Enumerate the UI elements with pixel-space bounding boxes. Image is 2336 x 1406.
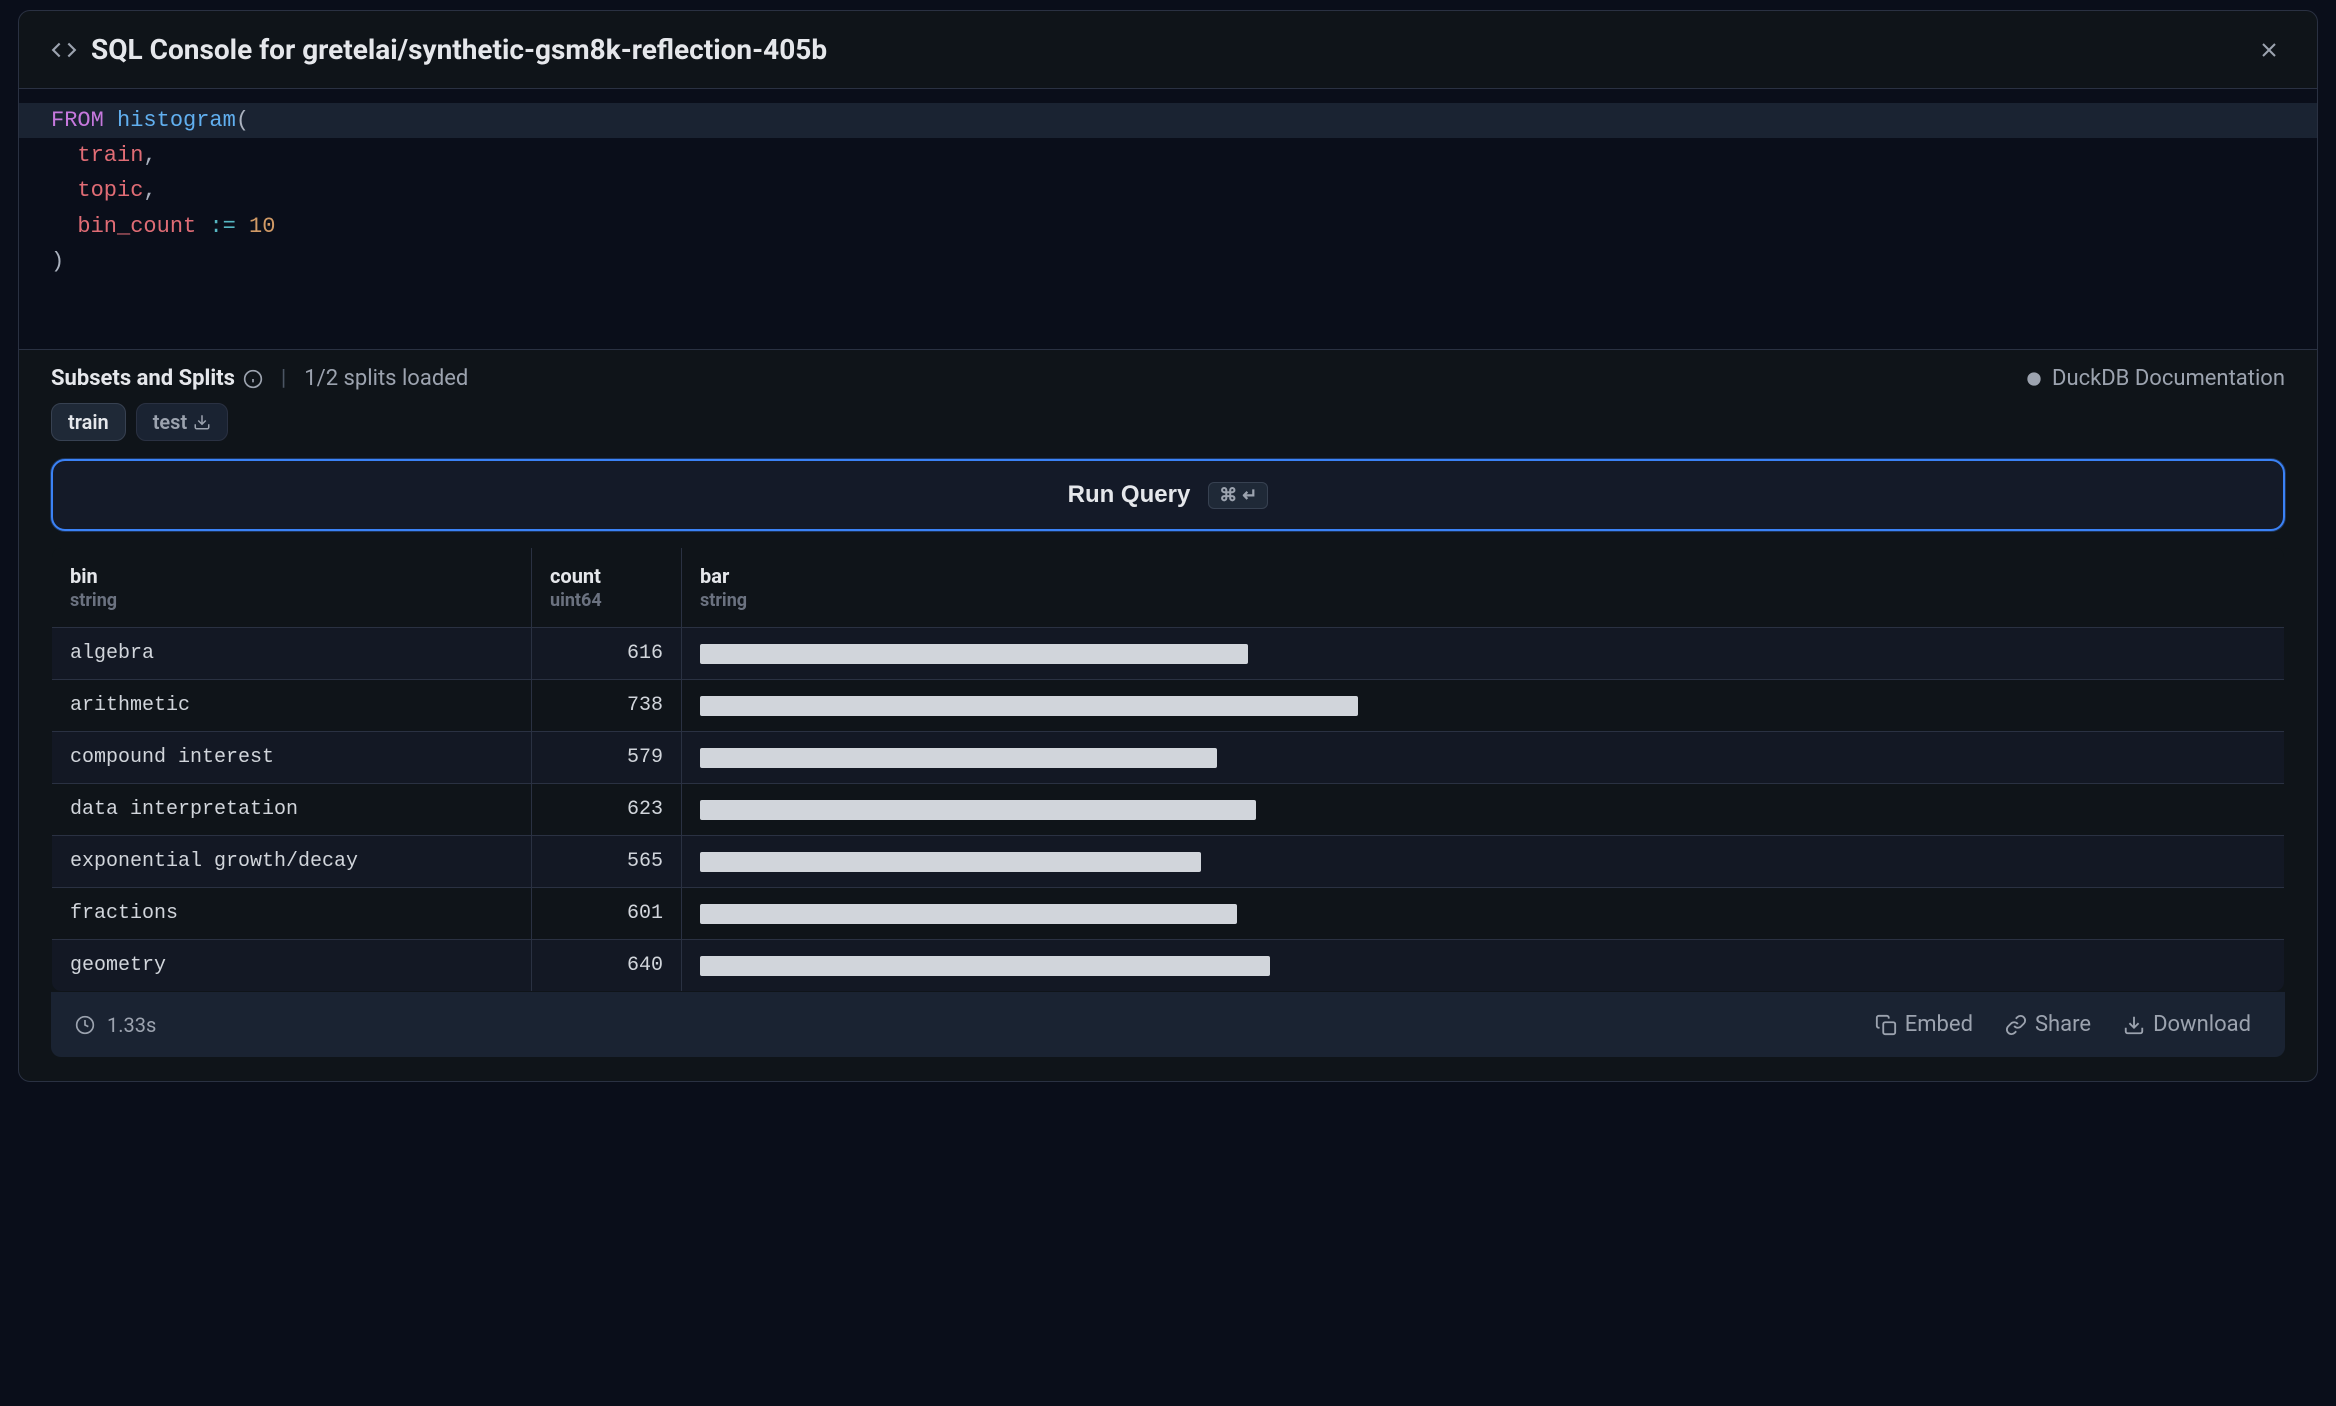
cell-bin: algebra	[52, 628, 532, 680]
table-row[interactable]: compound interest579	[52, 732, 2285, 784]
chip-label: test	[153, 410, 187, 434]
cell-count: 601	[532, 888, 682, 940]
results-table: binstringcountuint64barstring algebra616…	[51, 547, 2285, 992]
cell-bar	[682, 836, 2285, 888]
cell-count: 640	[532, 940, 682, 992]
keyboard-shortcut: ⌘ ↵	[1208, 482, 1268, 509]
bar-fill	[700, 852, 1201, 872]
code-line[interactable]: train,	[51, 138, 2285, 173]
table-row[interactable]: algebra616	[52, 628, 2285, 680]
cell-bin: data interpretation	[52, 784, 532, 836]
share-button[interactable]: Share	[1995, 1008, 2101, 1041]
cell-bar	[682, 628, 2285, 680]
cell-count: 738	[532, 680, 682, 732]
embed-label: Embed	[1905, 1012, 1973, 1037]
code-line[interactable]: bin_count := 10	[51, 209, 2285, 244]
bar-fill	[700, 904, 1237, 924]
sql-console-modal: SQL Console for gretelai/synthetic-gsm8k…	[18, 10, 2318, 1082]
cell-bar	[682, 732, 2285, 784]
duckdb-docs-link[interactable]: DuckDB Documentation	[2024, 366, 2285, 391]
table-row[interactable]: exponential growth/decay565	[52, 836, 2285, 888]
cell-count: 579	[532, 732, 682, 784]
link-icon	[2005, 1014, 2027, 1036]
bar-fill	[700, 644, 1248, 664]
bar-fill	[700, 800, 1256, 820]
run-query-button[interactable]: Run Query ⌘ ↵	[51, 459, 2285, 531]
footer-bar: 1.33s Embed Share Download	[51, 992, 2285, 1057]
modal-title: SQL Console for gretelai/synthetic-gsm8k…	[91, 33, 2253, 66]
download-icon	[193, 413, 211, 431]
cell-bin: geometry	[52, 940, 532, 992]
duckdb-icon	[2024, 369, 2044, 389]
table-row[interactable]: fractions601	[52, 888, 2285, 940]
table-row[interactable]: data interpretation623	[52, 784, 2285, 836]
splits-status: 1/2 splits loaded	[304, 366, 468, 391]
column-header-bar[interactable]: barstring	[682, 548, 2285, 628]
cell-count: 616	[532, 628, 682, 680]
column-header-count[interactable]: countuint64	[532, 548, 682, 628]
cell-bin: exponential growth/decay	[52, 836, 532, 888]
cell-count: 623	[532, 784, 682, 836]
execution-time: 1.33s	[107, 1013, 1853, 1037]
code-icon	[51, 37, 77, 63]
cell-bar	[682, 888, 2285, 940]
col-type: string	[70, 590, 513, 611]
modal-header: SQL Console for gretelai/synthetic-gsm8k…	[19, 11, 2317, 89]
col-name: bin	[70, 564, 513, 588]
download-label: Download	[2153, 1012, 2251, 1037]
split-chips: train test	[19, 403, 2317, 459]
col-name: count	[550, 564, 663, 588]
info-icon[interactable]	[243, 369, 263, 389]
divider: |	[281, 366, 286, 391]
clock-icon	[75, 1015, 95, 1035]
table-row[interactable]: geometry640	[52, 940, 2285, 992]
chip-label: train	[68, 410, 109, 434]
cell-bin: arithmetic	[52, 680, 532, 732]
embed-icon	[1875, 1014, 1897, 1036]
embed-button[interactable]: Embed	[1865, 1008, 1983, 1041]
cell-bar	[682, 784, 2285, 836]
table-header-row: binstringcountuint64barstring	[52, 548, 2285, 628]
column-header-bin[interactable]: binstring	[52, 548, 532, 628]
code-line[interactable]: FROM histogram(	[19, 103, 2317, 138]
docs-label: DuckDB Documentation	[2052, 366, 2285, 391]
cell-bar	[682, 680, 2285, 732]
cell-count: 565	[532, 836, 682, 888]
code-line[interactable]: )	[51, 244, 2285, 279]
sql-editor[interactable]: FROM histogram( train, topic, bin_count …	[19, 89, 2317, 349]
bar-fill	[700, 748, 1217, 768]
bar-fill	[700, 696, 1358, 716]
col-name: bar	[700, 564, 2266, 588]
col-type: string	[700, 590, 2266, 611]
cell-bin: fractions	[52, 888, 532, 940]
splits-title: Subsets and Splits	[51, 366, 235, 391]
close-button[interactable]	[2253, 34, 2285, 66]
table-row[interactable]: arithmetic738	[52, 680, 2285, 732]
bar-fill	[700, 956, 1270, 976]
split-chip-test[interactable]: test	[136, 403, 228, 441]
code-line[interactable]: topic,	[51, 173, 2285, 208]
share-label: Share	[2035, 1012, 2091, 1037]
cell-bar	[682, 940, 2285, 992]
run-query-label: Run Query	[1068, 481, 1191, 509]
split-chip-train[interactable]: train	[51, 403, 126, 441]
cell-bin: compound interest	[52, 732, 532, 784]
col-type: uint64	[550, 590, 663, 611]
splits-bar: Subsets and Splits | 1/2 splits loaded D…	[19, 349, 2317, 403]
download-icon	[2123, 1014, 2145, 1036]
download-button[interactable]: Download	[2113, 1008, 2261, 1041]
